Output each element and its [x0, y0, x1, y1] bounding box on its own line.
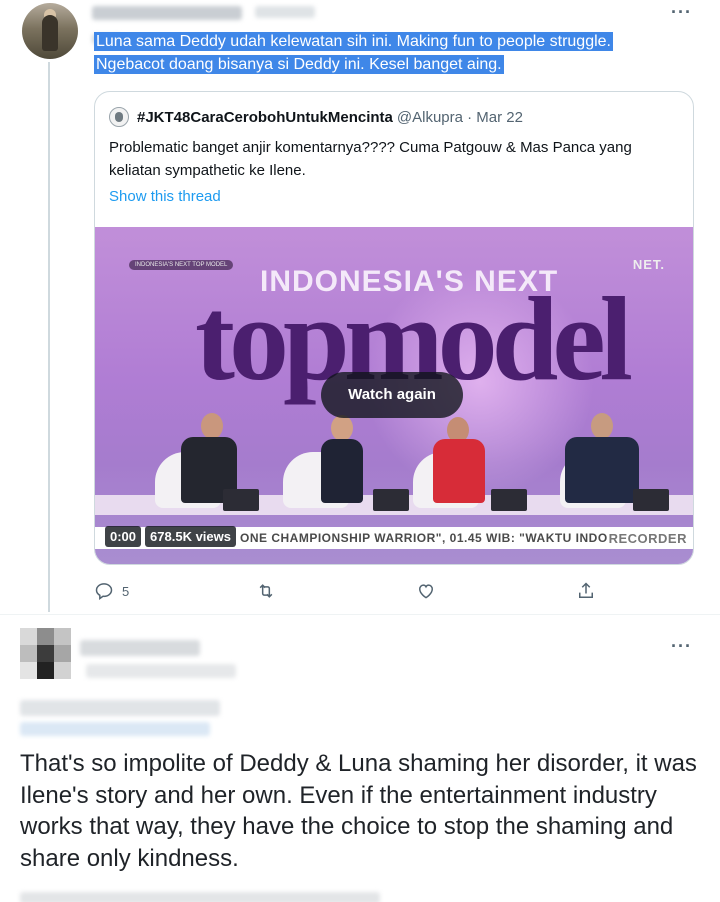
quote-author-handle: @Alkupra · Mar 22	[396, 108, 523, 126]
quote-text: Problematic banget anjir komentarnya????…	[109, 139, 632, 179]
reply-avatar-pixelated[interactable]	[20, 628, 72, 680]
mosaic-tile	[37, 628, 54, 645]
judge-desk	[373, 489, 409, 511]
judge-desk	[491, 489, 527, 511]
judge-figure	[565, 437, 639, 503]
judge-head	[591, 413, 613, 439]
video-views: 678.5K views	[145, 526, 236, 547]
reply-more-icon[interactable]: ···	[671, 636, 692, 657]
share-action[interactable]	[576, 578, 596, 604]
mosaic-tile	[54, 628, 71, 645]
reply-handle-blurred	[86, 664, 236, 678]
judge-figure	[321, 439, 363, 503]
judge-head	[331, 415, 353, 441]
mosaic-tile	[54, 662, 71, 679]
quote-header: #JKT48CaraCerobohUntukMencinta @Alkupra …	[109, 107, 523, 127]
reply-count: 5	[122, 583, 130, 599]
network-logo: NET.	[632, 257, 665, 272]
mosaic-tile	[20, 628, 37, 645]
reply-action[interactable]: 5	[94, 578, 129, 604]
reply-timestamp-blurred	[20, 892, 380, 902]
handle-blurred	[255, 6, 315, 18]
user-avatar[interactable]	[22, 3, 78, 59]
judge-desk	[633, 489, 669, 511]
avatar-figure	[42, 15, 58, 51]
watch-again-button[interactable]: Watch again	[321, 372, 463, 418]
reply-icon	[95, 583, 113, 600]
reply-context-blurred	[20, 700, 220, 716]
tweet-divider	[0, 614, 720, 615]
mosaic-tile	[37, 662, 54, 679]
more-icon[interactable]: ···	[671, 2, 692, 23]
username-blurred[interactable]	[92, 6, 242, 20]
show-thread-link[interactable]: Show this thread	[109, 188, 221, 205]
share-icon	[579, 582, 593, 598]
mosaic-tile	[20, 645, 37, 662]
reply-text: That's so impolite of Deddy & Luna shami…	[20, 750, 697, 872]
reply-username-blurred[interactable]	[80, 640, 200, 656]
video-badge: INDONESIA'S NEXT TOP MODEL	[129, 260, 234, 270]
heart-icon	[418, 584, 434, 599]
tweet-text: Luna sama Deddy udah kelewatan sih ini. …	[94, 32, 613, 74]
quote-avatar[interactable]	[109, 107, 129, 127]
video-player[interactable]: INDONESIA'S NEXT TOP MODEL INDONESIA'S N…	[95, 227, 693, 564]
ticker-text: ONE CHAMPIONSHIP WARRIOR", 01.45 WIB: "W…	[240, 531, 608, 545]
judge-head	[201, 413, 223, 439]
video-meta: 0:00 678.5K views	[105, 526, 236, 547]
quote-author-name[interactable]: #JKT48CaraCerobohUntukMencinta	[137, 109, 393, 126]
video-time: 0:00	[105, 526, 142, 547]
retweet-action[interactable]	[256, 578, 284, 604]
mosaic-tile	[54, 645, 71, 662]
retweet-icon	[259, 584, 273, 598]
reply-mention-blurred	[20, 722, 210, 736]
thread-line	[48, 62, 50, 612]
judge-figure	[433, 439, 485, 503]
quoted-tweet[interactable]: #JKT48CaraCerobohUntukMencinta @Alkupra …	[94, 91, 694, 565]
mosaic-tile	[37, 645, 54, 662]
recorder-watermark: RECORDER	[608, 531, 687, 546]
mosaic-tile	[20, 662, 37, 679]
judge-desk	[223, 489, 259, 511]
like-action[interactable]	[416, 578, 444, 604]
